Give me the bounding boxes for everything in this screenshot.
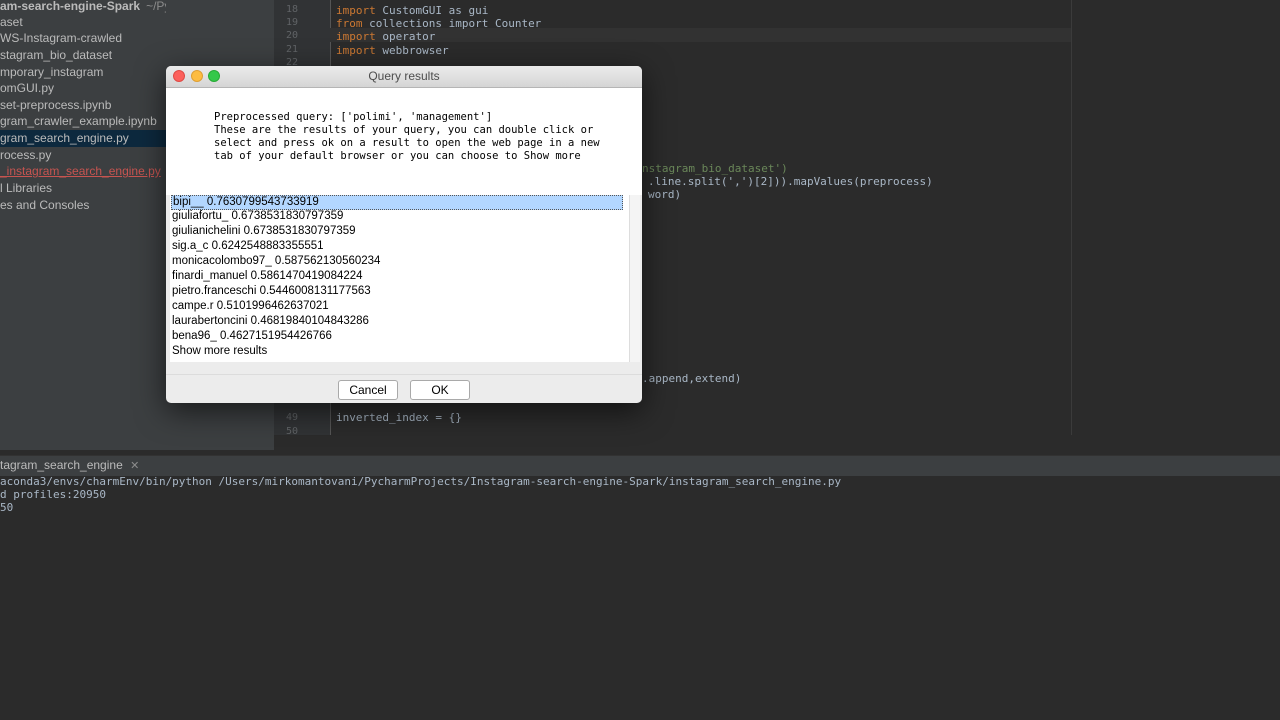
console-output-line: 50 (0, 501, 14, 514)
result-item[interactable]: giulianichelini 0.6738531830797359 (171, 224, 356, 239)
result-item[interactable]: laurabertoncini 0.46819840104843286 (171, 314, 369, 329)
result-item[interactable]: giuliafortu_ 0.6738531830797359 (171, 209, 343, 224)
message-line: Preprocessed query: ['polimi', 'manageme… (214, 111, 493, 123)
message-line: These are the results of your query, you… (214, 124, 594, 136)
code-fragment: nstagram_bio_dataset') (642, 162, 788, 175)
message-area: Preprocessed query: ['polimi', 'manageme… (166, 88, 642, 195)
message-line: select and press ok on a result to open … (214, 137, 600, 149)
tree-item[interactable]: rocess.py (0, 147, 51, 164)
query-results-dialog: Query results Preprocessed query: ['poli… (166, 66, 642, 403)
project-panel: am-search-engine-Spark~/PycharmProjects/… (0, 0, 166, 450)
line-number: 18 (285, 4, 298, 15)
code-line: import operator (336, 30, 436, 43)
tree-item[interactable]: gram_crawler_example.ipynb (0, 113, 157, 130)
tree-item[interactable]: set-preprocess.ipynb (0, 97, 111, 114)
tree-item-consoles[interactable]: es and Consoles (0, 197, 89, 214)
tree-item[interactable]: WS-Instagram-crawled (0, 30, 122, 47)
result-item[interactable]: bena96_ 0.4627151954426766 (171, 329, 332, 344)
code-line: import webbrowser (336, 44, 449, 57)
button-separator (166, 374, 642, 375)
tree-item[interactable]: stagram_bio_dataset (0, 47, 112, 64)
result-item[interactable]: finardi_manuel 0.5861470419084224 (171, 269, 363, 284)
code-fragment: .append,extend) (642, 372, 742, 385)
cancel-button[interactable]: Cancel (338, 380, 398, 400)
code-line: inverted_index = {} (336, 411, 462, 424)
message-line: tab of your default browser or you can c… (214, 150, 581, 162)
dialog-title: Query results (368, 69, 440, 83)
ok-button[interactable]: OK (410, 380, 470, 400)
results-scrollbar[interactable] (629, 195, 640, 362)
line-number: 21 (285, 44, 298, 55)
project-root[interactable]: am-search-engine-Spark~/PycharmProjects/… (0, 0, 166, 15)
console-output-line: aconda3/envs/charmEnv/bin/python /Users/… (0, 475, 842, 488)
code-fragment: .line.split(',')[2])).mapValues(preproce… (648, 175, 933, 188)
close-icon[interactable]: ✕ (130, 460, 139, 472)
tree-item-error[interactable]: _instagram_search_engine.py (0, 163, 161, 180)
result-item[interactable]: campe.r 0.5101996462637021 (171, 299, 329, 314)
result-item[interactable]: monicacolombo97_ 0.587562130560234 (171, 254, 380, 269)
line-number: 20 (285, 30, 298, 41)
code-line: import CustomGUI as gui (336, 4, 489, 17)
run-tab-label: tagram_search_engine (0, 458, 123, 472)
line-number: 19 (285, 17, 298, 28)
tree-item[interactable]: omGUI.py (0, 80, 54, 97)
run-tab[interactable]: tagram_search_engine ✕ (0, 455, 145, 475)
show-more-results[interactable]: Show more results (171, 344, 267, 359)
results-list[interactable]: bipi__ 0.7630799543733919 giuliafortu_ 0… (170, 195, 630, 362)
tree-item-selected[interactable]: gram_search_engine.py (0, 130, 166, 147)
tree-item[interactable]: mporary_instagram (0, 64, 103, 81)
tree-item-libraries[interactable]: l Libraries (0, 180, 52, 197)
result-item[interactable]: sig.a_c 0.6242548883355551 (171, 239, 324, 254)
line-number: 50 (285, 426, 298, 437)
code-fragment: word) (648, 188, 682, 201)
line-number: 49 (285, 412, 298, 423)
right-margin-guide (1071, 0, 1072, 435)
run-tool-header (0, 455, 1280, 476)
tree-item[interactable]: aset (0, 14, 23, 31)
console-output-line: d profiles:20950 (0, 488, 106, 501)
current-line-highlight (330, 28, 1071, 42)
result-item[interactable]: pietro.franceschi 0.5446008131177563 (171, 284, 371, 299)
result-item-selected[interactable]: bipi__ 0.7630799543733919 (171, 195, 623, 210)
code-line: from collections import Counter (336, 17, 542, 30)
